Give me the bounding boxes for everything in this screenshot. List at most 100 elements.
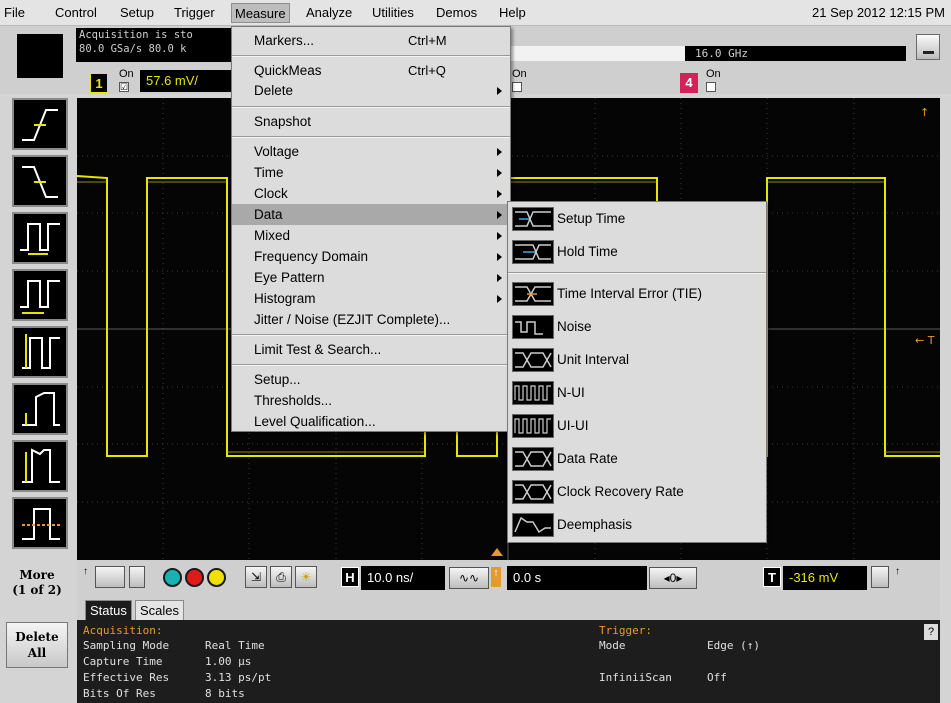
more-button[interactable]: More (1 of 2)	[6, 568, 68, 598]
menu-analyze[interactable]: Analyze	[306, 5, 352, 20]
channel-3-checkbox[interactable]	[512, 82, 522, 92]
vtop-tool-icon[interactable]	[12, 497, 68, 549]
menu-item-data[interactable]: Data	[232, 204, 510, 225]
menu-item-label: Thresholds...	[254, 393, 333, 408]
data-rate-icon	[512, 447, 554, 471]
menu-measure[interactable]: Measure	[231, 3, 290, 23]
menu-item-jitter-noise[interactable]: Jitter / Noise (EZJIT Complete)...	[232, 309, 510, 330]
vertical-scale-spinner[interactable]	[129, 566, 145, 588]
trigger-level-spinner[interactable]	[871, 566, 889, 588]
zoom-navigation[interactable]: ◂0▸	[649, 567, 697, 589]
menu-item-eye-pattern[interactable]: Eye Pattern	[232, 267, 510, 288]
rise-time-tool-icon[interactable]	[12, 98, 68, 150]
menu-item-label: QuickMeas	[254, 63, 322, 78]
waveform-mode-icon[interactable]: ∿∿	[449, 567, 489, 589]
trigger-up-icon: ↑	[83, 566, 88, 577]
menu-item-level-qualification[interactable]: Level Qualification...	[232, 411, 510, 432]
control-bar: ↑ ⇲ ⎙ ☀ H 10.0 ns/ ∿∿ ↑ 0.0 s ◂0▸ T -316…	[77, 560, 940, 598]
menu-file[interactable]: File	[4, 5, 25, 20]
menu-item-markers[interactable]: Markers... Ctrl+M	[232, 30, 510, 51]
autoscale-icon[interactable]: ⇲	[245, 566, 267, 588]
menu-item-histogram[interactable]: Histogram	[232, 288, 510, 309]
submenu-item-label: N-UI	[557, 385, 585, 400]
submenu-item-label: UI-UI	[557, 418, 589, 433]
channel-4-chip[interactable]: 4	[680, 73, 698, 93]
submenu-item-label: Hold Time	[557, 244, 618, 259]
print-icon[interactable]: ⎙	[270, 566, 292, 588]
channel-red-button[interactable]	[185, 568, 204, 587]
submenu-item-label: Noise	[557, 319, 592, 334]
channel-cyan-button[interactable]	[163, 568, 182, 587]
menu-trigger[interactable]: Trigger	[174, 5, 215, 20]
menu-item-time[interactable]: Time	[232, 162, 510, 183]
menu-item-thresholds[interactable]: Thresholds...	[232, 390, 510, 411]
submenu-item-label: Clock Recovery Rate	[557, 484, 684, 499]
menu-demos[interactable]: Demos	[436, 5, 477, 20]
trigger-chip[interactable]: T	[763, 567, 781, 587]
pulse-width-tool-icon[interactable]	[12, 212, 68, 264]
bandwidth-bar-fill	[510, 46, 685, 61]
amplitude-tool-icon[interactable]	[12, 383, 68, 435]
status-panel: Acquisition: Sampling Mode Real Time Cap…	[77, 620, 940, 703]
submenu-item-setup-time[interactable]: Setup Time	[508, 204, 766, 234]
trigger-marker-icon: ↑	[920, 106, 929, 119]
menu-item-label: Setup...	[254, 372, 301, 387]
fall-time-tool-icon[interactable]	[12, 155, 68, 207]
channel-1-scale[interactable]: 57.6 mV/	[140, 70, 232, 92]
submenu-item-hold-time[interactable]: Hold Time	[508, 237, 766, 267]
unit-interval-icon	[512, 348, 554, 372]
menu-item-limit-test[interactable]: Limit Test & Search...	[232, 339, 510, 360]
menu-item-voltage[interactable]: Voltage	[232, 141, 510, 162]
tab-status[interactable]: Status	[85, 600, 132, 620]
help-button[interactable]: ?	[924, 624, 938, 640]
menu-item-snapshot[interactable]: Snapshot	[232, 111, 510, 132]
delay-field[interactable]: 0.0 s	[507, 566, 647, 590]
brightness-icon[interactable]: ☀	[295, 566, 317, 588]
menu-separator	[232, 106, 510, 108]
delay-marker-icon: ↑	[491, 567, 501, 587]
submenu-item-ui-ui[interactable]: UI-UI	[508, 411, 766, 441]
submenu-item-deemphasis[interactable]: Deemphasis	[508, 510, 766, 540]
status-key: Bits Of Res	[83, 687, 156, 700]
menu-item-clock[interactable]: Clock	[232, 183, 510, 204]
menu-item-label: Clock	[254, 186, 288, 201]
menu-item-mixed[interactable]: Mixed	[232, 225, 510, 246]
horizontal-chip[interactable]: H	[341, 567, 359, 587]
submenu-item-n-ui[interactable]: N-UI	[508, 378, 766, 408]
frequency-tool-icon[interactable]	[12, 326, 68, 378]
menu-item-frequency-domain[interactable]: Frequency Domain	[232, 246, 510, 267]
menu-item-label: Data	[254, 207, 283, 222]
status-value: 8 bits	[205, 687, 245, 700]
channel-yellow-button[interactable]	[207, 568, 226, 587]
menu-setup[interactable]: Setup	[120, 5, 154, 20]
overshoot-tool-icon[interactable]	[12, 440, 68, 492]
channel-4-checkbox[interactable]	[706, 82, 716, 92]
acquisition-line-1: Acquisition is sto	[79, 29, 193, 41]
vertical-position-spinner[interactable]	[95, 566, 125, 588]
submenu-item-noise[interactable]: Noise	[508, 312, 766, 342]
menu-item-delete[interactable]: Delete	[232, 80, 510, 101]
more-label: More	[19, 568, 55, 582]
submenu-arrow-icon	[497, 295, 502, 303]
menu-separator	[232, 55, 510, 57]
menu-control[interactable]: Control	[55, 5, 97, 20]
submenu-item-tie[interactable]: Time Interval Error (TIE)	[508, 279, 766, 309]
period-tool-icon[interactable]	[12, 269, 68, 321]
measure-menu: Markers... Ctrl+M QuickMeas Ctrl+Q Delete …	[231, 26, 511, 432]
channel-1-checkbox[interactable]: ☑	[119, 82, 129, 92]
submenu-arrow-icon	[497, 148, 502, 156]
submenu-item-data-rate[interactable]: Data Rate	[508, 444, 766, 474]
tab-scales[interactable]: Scales	[135, 600, 185, 620]
menu-help[interactable]: Help	[499, 5, 526, 20]
minimize-button[interactable]	[916, 34, 940, 60]
menu-utilities[interactable]: Utilities	[372, 5, 414, 20]
timebase-field[interactable]: 10.0 ns/	[361, 566, 445, 590]
submenu-item-clock-recovery-rate[interactable]: Clock Recovery Rate	[508, 477, 766, 507]
trigger-level-field[interactable]: -316 mV	[783, 566, 867, 590]
channel-1-chip[interactable]: 1	[90, 73, 108, 93]
menu-item-setup[interactable]: Setup...	[232, 369, 510, 390]
delete-all-button[interactable]: Delete All	[6, 622, 68, 668]
menu-item-accelerator: Ctrl+M	[408, 33, 447, 48]
menu-item-quickmeas[interactable]: QuickMeas Ctrl+Q	[232, 60, 510, 81]
submenu-item-unit-interval[interactable]: Unit Interval	[508, 345, 766, 375]
